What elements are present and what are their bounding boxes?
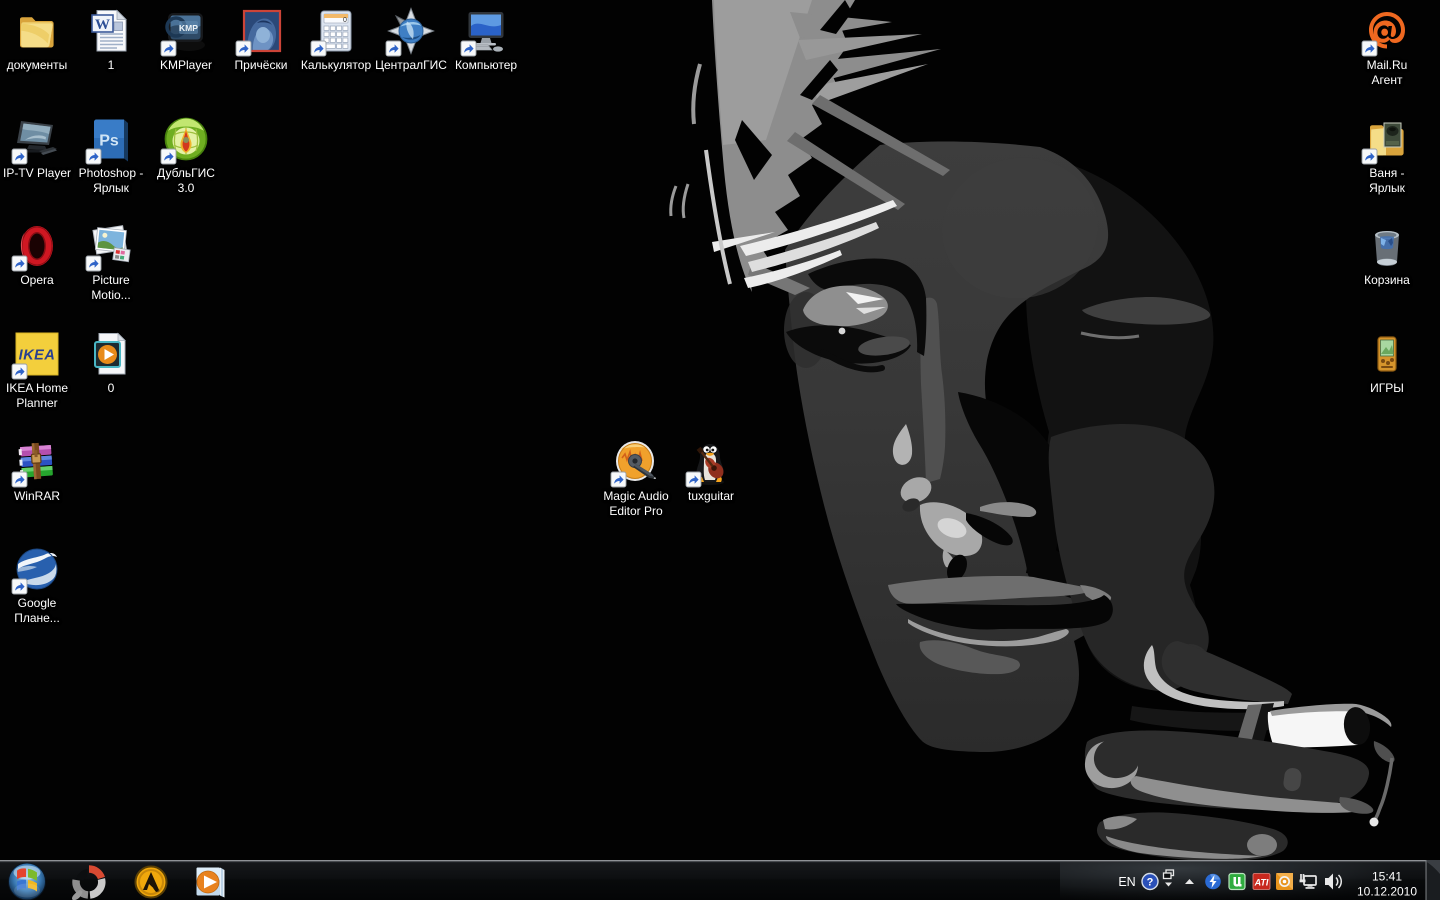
svg-text:EN: EN <box>1118 875 1135 889</box>
svg-text:IKEA: IKEA <box>19 348 56 364</box>
svg-text:15:41: 15:41 <box>1372 870 1402 884</box>
svg-text:?: ? <box>1147 877 1154 889</box>
svg-text:W: W <box>95 17 110 33</box>
svg-text:ATI: ATI <box>1254 877 1269 887</box>
svg-text:KMP: KMP <box>179 23 198 33</box>
svg-text:0: 0 <box>343 17 347 24</box>
svg-text:Ps: Ps <box>99 133 119 150</box>
svg-text:10.12.2010: 10.12.2010 <box>1357 885 1417 899</box>
